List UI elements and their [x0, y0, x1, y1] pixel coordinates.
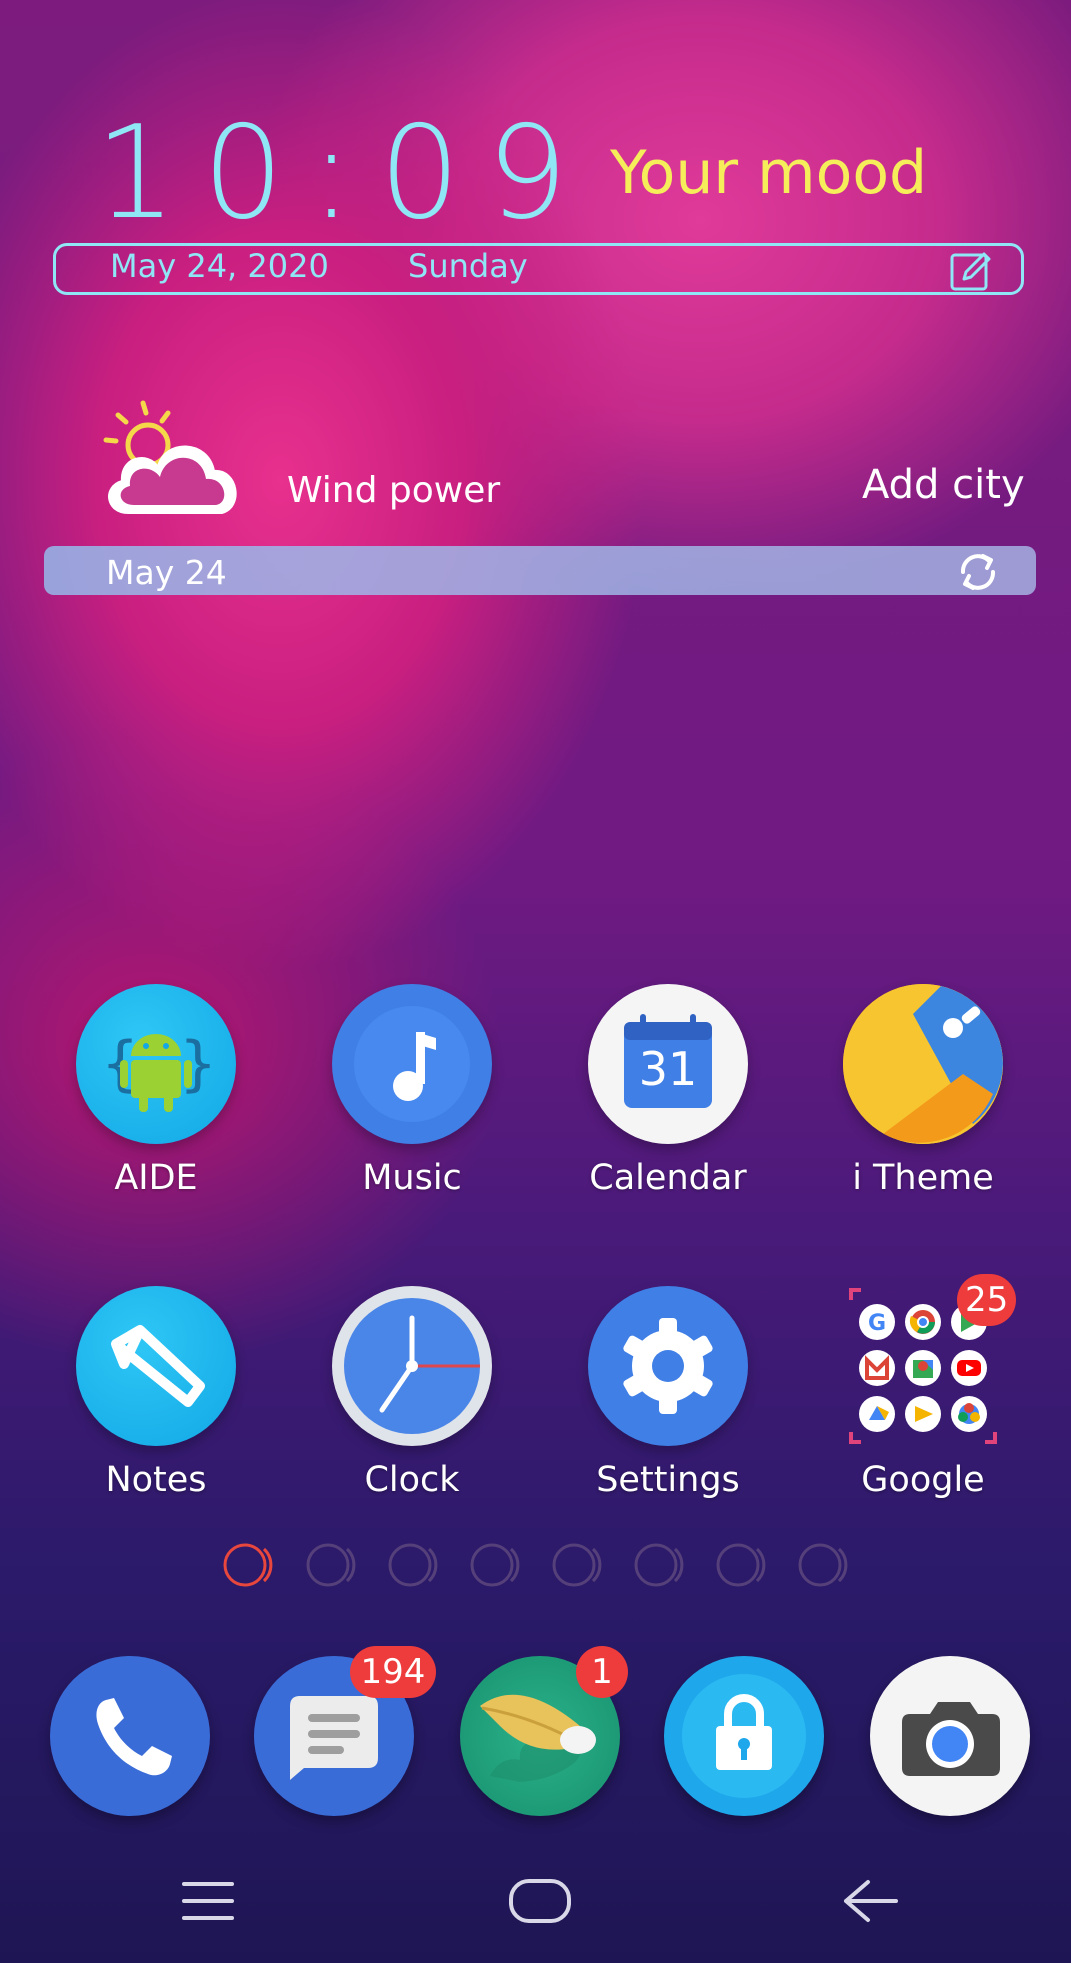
page-dot-active: [223, 1543, 273, 1587]
back-icon[interactable]: [840, 1878, 900, 1924]
notes-icon: [76, 1286, 236, 1446]
app-label: AIDE: [114, 1158, 198, 1198]
calendar-day: 31: [638, 1042, 698, 1096]
page-indicator[interactable]: [220, 1540, 860, 1590]
app-label: Google: [861, 1460, 985, 1500]
app-music[interactable]: Music: [302, 984, 522, 1198]
folder-icon: G 25: [843, 1274, 1017, 1446]
app-aide[interactable]: { } AIDE: [46, 984, 266, 1198]
app-google-folder[interactable]: G 25 Google: [813, 1274, 1033, 1500]
lock-icon: [682, 1674, 806, 1798]
gear-icon: [588, 1286, 748, 1446]
refresh-icon[interactable]: [955, 550, 1001, 594]
clock-icon: [332, 1286, 492, 1446]
app-label: Settings: [596, 1460, 740, 1500]
app-notes[interactable]: Notes: [46, 1286, 266, 1500]
dock-camera[interactable]: [870, 1656, 1030, 1816]
music-note-icon: [332, 984, 492, 1144]
wind-power-label: Wind power: [287, 470, 501, 511]
date-label: May 24, 2020: [110, 247, 329, 285]
menu-icon[interactable]: [180, 1878, 236, 1924]
notification-badge: 25: [957, 1274, 1017, 1326]
app-label: Music: [362, 1158, 462, 1198]
home-icon[interactable]: [508, 1878, 572, 1924]
edit-icon[interactable]: [950, 251, 992, 291]
app-label: i Theme: [852, 1158, 994, 1198]
app-label: Clock: [364, 1460, 460, 1500]
dock-messages[interactable]: 194: [254, 1646, 436, 1816]
partly-cloudy-icon[interactable]: [98, 395, 248, 520]
app-settings[interactable]: Settings: [558, 1286, 778, 1500]
clock-time[interactable]: 10:09: [95, 110, 594, 238]
mood-label[interactable]: Your mood: [610, 138, 927, 208]
notification-badge: 1: [576, 1646, 628, 1698]
app-label: Notes: [105, 1460, 207, 1500]
add-city-button[interactable]: Add city: [862, 462, 1025, 508]
app-clock[interactable]: Clock: [302, 1286, 522, 1500]
dock-app-lock[interactable]: [664, 1656, 824, 1816]
android-icon: { }: [76, 984, 236, 1144]
app-i-theme[interactable]: i Theme: [813, 984, 1033, 1198]
dock-feather[interactable]: 1: [460, 1646, 628, 1816]
notification-badge: 194: [350, 1646, 436, 1698]
theme-icon: [843, 984, 1003, 1144]
camera-icon: [902, 1702, 1000, 1776]
day-label: Sunday: [408, 247, 528, 285]
svg-text:G: G: [868, 1311, 886, 1336]
app-label: Calendar: [589, 1158, 747, 1198]
phone-icon: [96, 1698, 172, 1776]
dock-phone[interactable]: [50, 1656, 210, 1816]
calendar-icon: 31: [588, 984, 748, 1144]
app-calendar[interactable]: 31 Calendar: [558, 984, 778, 1198]
weather-date-label: May 24: [106, 553, 227, 592]
